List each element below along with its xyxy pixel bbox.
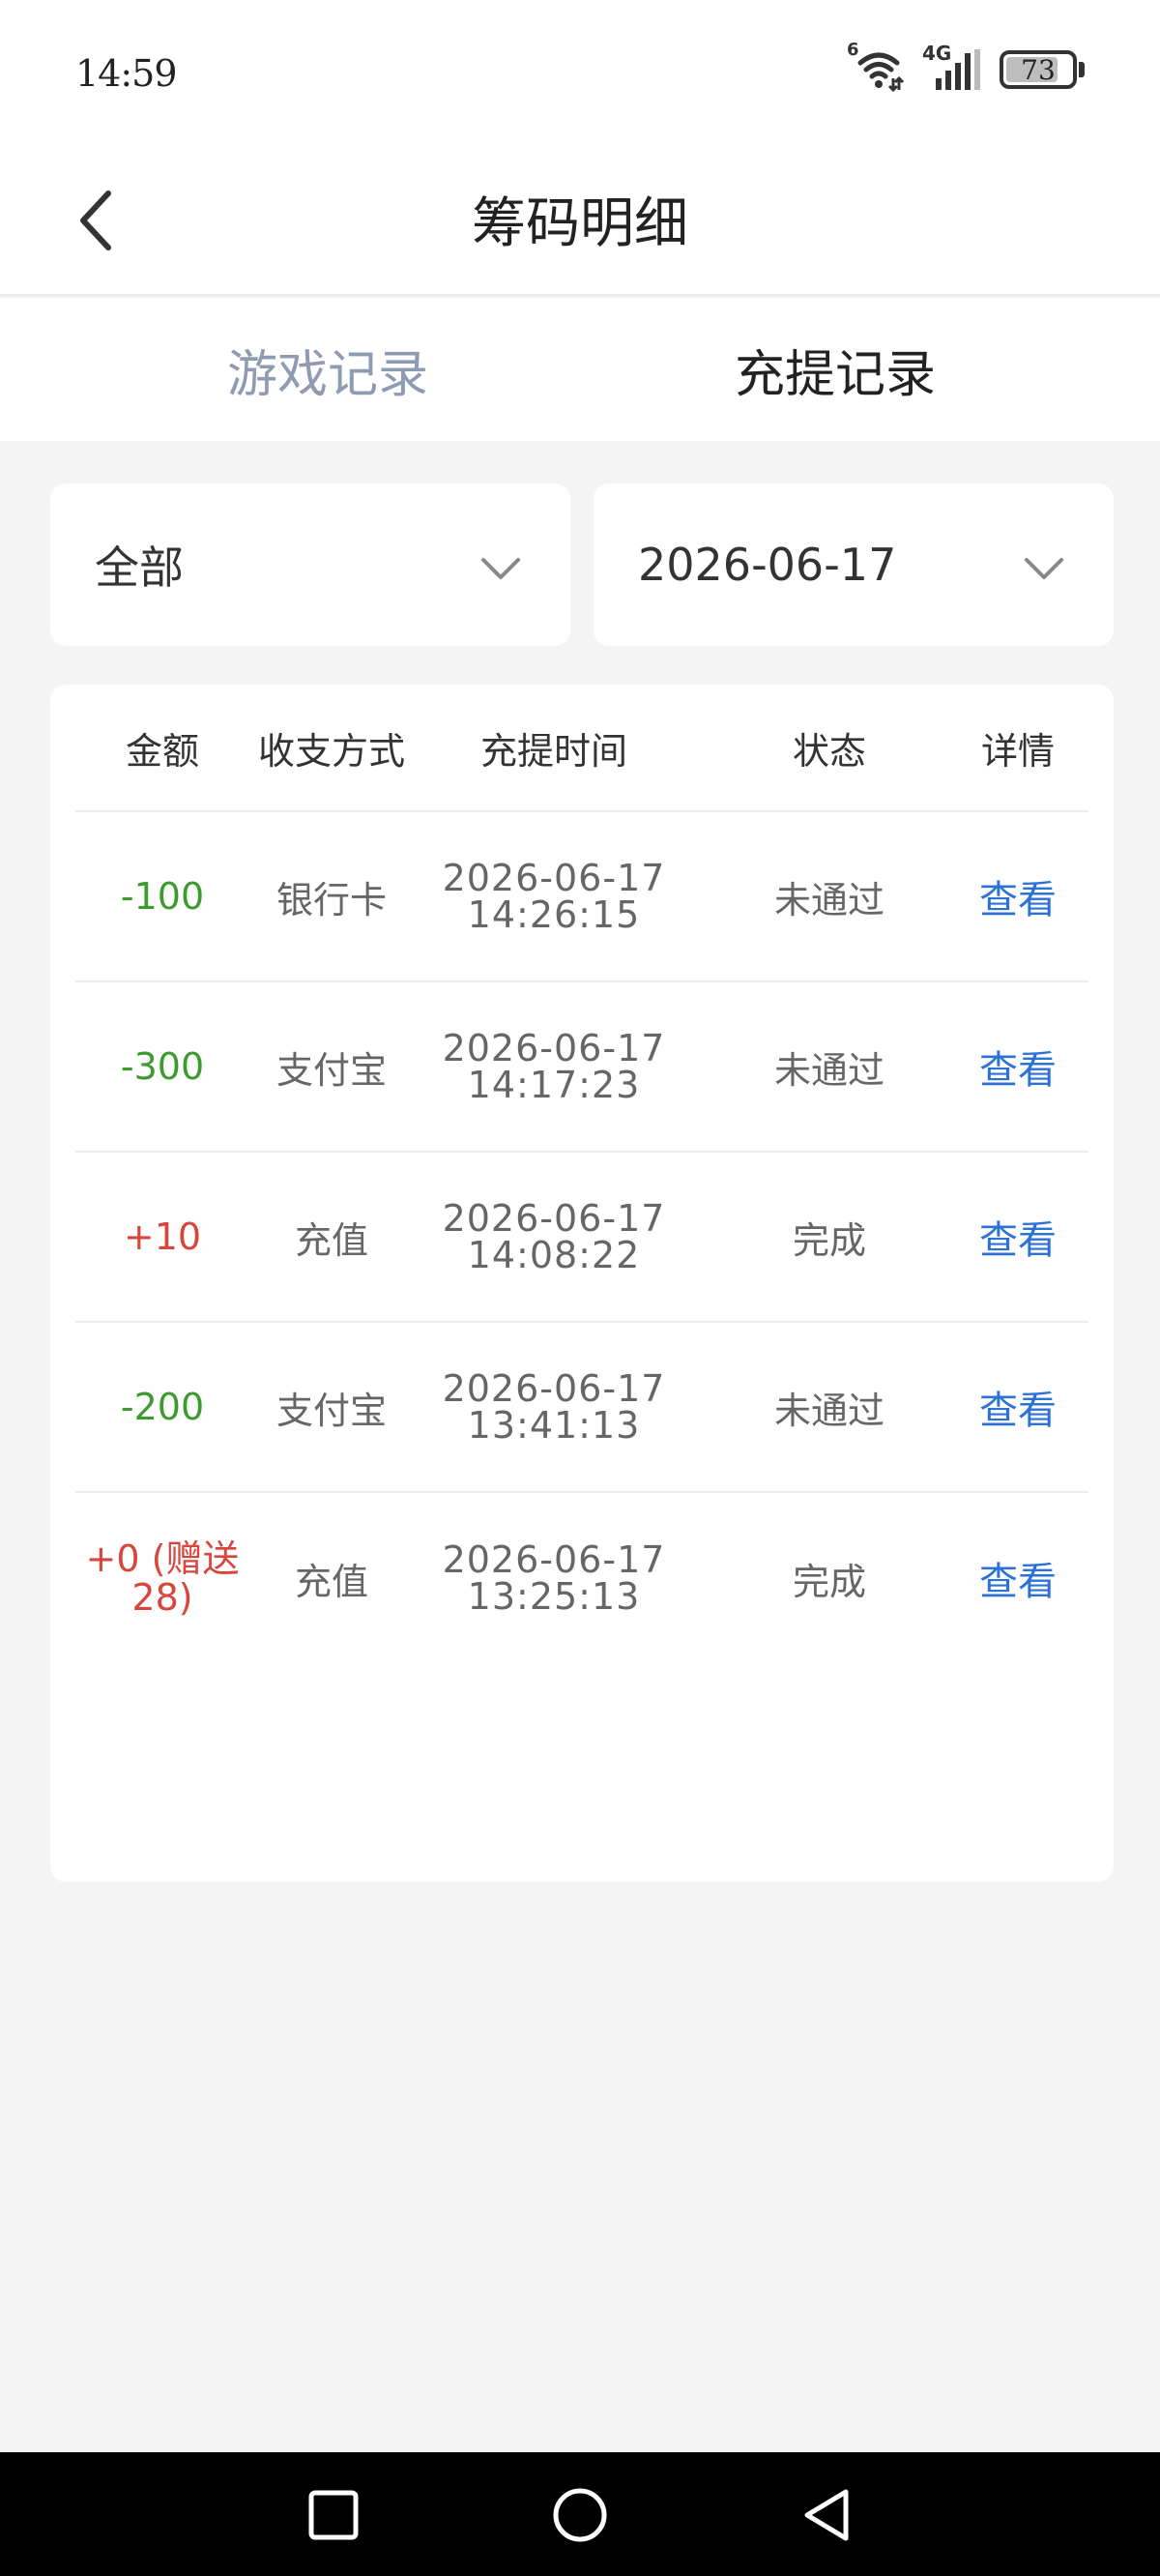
row-date: 2026-06-17 — [442, 1197, 666, 1240]
type-filter-value: 全部 — [95, 542, 184, 594]
header-detail: 详情 — [980, 729, 1055, 773]
row-amount: +10 — [123, 1215, 202, 1258]
row-time: 2026-06-17 13:25:13 — [414, 1493, 694, 1663]
battery-tip — [1079, 62, 1085, 77]
row-amount: -200 — [120, 1386, 205, 1428]
wifi-icon: 6 — [847, 40, 907, 94]
row-status: 完成 — [792, 1560, 866, 1603]
table-row: -200 支付宝 2026-06-17 13:41:13 未通过 查看 — [75, 1323, 1088, 1493]
row-clock: 13:41:13 — [467, 1404, 641, 1447]
table-row: -300 支付宝 2026-06-17 14:17:23 未通过 查看 — [75, 982, 1088, 1153]
view-detail-link[interactable]: 查看 — [945, 982, 1090, 1151]
row-method: 支付宝 — [276, 1389, 387, 1432]
row-amount-line2: 28) — [131, 1576, 193, 1619]
battery-body: 73 — [1000, 50, 1077, 89]
row-date: 2026-06-17 — [442, 1367, 666, 1410]
row-status: 未通过 — [773, 878, 884, 922]
tab-game-records[interactable]: 游戏记录 — [39, 298, 619, 441]
status-bar: 14:59 6 4G 73 — [0, 0, 1160, 145]
header-amount: 金额 — [125, 729, 199, 773]
screen: 14:59 6 4G 73 筹码明细 游戏记录 充提记录 全部 2026-06-… — [0, 0, 1160, 2576]
row-date: 2026-06-17 — [442, 857, 666, 899]
row-status: 完成 — [792, 1218, 866, 1262]
table-row: +10 充值 2026-06-17 14:08:22 完成 查看 — [75, 1153, 1088, 1323]
square-recents-icon[interactable] — [300, 2481, 367, 2549]
view-detail-link[interactable]: 查看 — [945, 1323, 1090, 1491]
row-date: 2026-06-17 — [442, 1027, 666, 1069]
view-detail-link[interactable]: 查看 — [945, 1153, 1090, 1321]
row-status: 未通过 — [773, 1048, 884, 1092]
row-clock: 13:25:13 — [467, 1575, 641, 1618]
row-amount: -300 — [120, 1045, 205, 1088]
row-amount: -100 — [120, 875, 205, 918]
table-row: -100 银行卡 2026-06-17 14:26:15 未通过 查看 — [75, 812, 1088, 982]
row-time: 2026-06-17 14:17:23 — [414, 982, 694, 1151]
chevron-down-icon — [479, 542, 522, 594]
row-method: 支付宝 — [276, 1048, 387, 1092]
row-time: 2026-06-17 14:26:15 — [414, 812, 694, 981]
tab-recharge-records[interactable]: 充提记录 — [580, 298, 1160, 441]
date-filter-value: 2026-06-17 — [638, 539, 897, 591]
page-title: 筹码明细 — [472, 192, 688, 255]
header-time: 充提时间 — [479, 729, 627, 773]
header: 筹码明细 — [0, 145, 1160, 296]
row-time: 2026-06-17 14:08:22 — [414, 1153, 694, 1321]
row-status: 未通过 — [773, 1389, 884, 1432]
battery-level: 73 — [1021, 53, 1056, 86]
view-detail-link[interactable]: 查看 — [945, 812, 1090, 981]
triangle-back-icon[interactable] — [793, 2481, 860, 2549]
row-date: 2026-06-17 — [442, 1538, 666, 1581]
row-method: 充值 — [294, 1560, 368, 1603]
row-method: 充值 — [294, 1218, 368, 1262]
records-table: 金额 收支方式 充提时间 状态 详情 -100 银行卡 2026-06-17 1… — [50, 685, 1114, 1882]
chevron-down-icon — [1023, 542, 1065, 594]
row-amount: +0 (赠送 28) — [75, 1493, 249, 1663]
row-clock: 14:26:15 — [467, 893, 641, 936]
row-time: 2026-06-17 13:41:13 — [414, 1323, 694, 1491]
status-time: 14:59 — [75, 52, 178, 95]
view-detail-link[interactable]: 查看 — [945, 1493, 1090, 1663]
header-status: 状态 — [792, 729, 866, 773]
battery-icon: 73 — [1000, 50, 1085, 89]
row-amount-line1: +0 (赠送 — [85, 1537, 240, 1580]
status-icons: 6 4G 73 — [847, 40, 1085, 97]
table-row: +0 (赠送 28) 充值 2026-06-17 13:25:13 完成 查看 — [75, 1493, 1088, 1663]
date-filter-dropdown[interactable]: 2026-06-17 — [594, 483, 1114, 646]
tab-bar: 游戏记录 充提记录 — [0, 298, 1160, 441]
system-nav-bar — [0, 2452, 1160, 2576]
row-clock: 14:08:22 — [467, 1234, 641, 1276]
header-method: 收支方式 — [257, 729, 405, 773]
table-header: 金额 收支方式 充提时间 状态 详情 — [75, 685, 1088, 812]
circle-home-icon[interactable] — [546, 2481, 614, 2549]
type-filter-dropdown[interactable]: 全部 — [50, 483, 570, 646]
signal-icon: 4G — [922, 42, 984, 94]
wifi-label: 6 — [847, 40, 859, 60]
row-clock: 14:17:23 — [467, 1064, 641, 1106]
row-method: 银行卡 — [276, 878, 387, 922]
